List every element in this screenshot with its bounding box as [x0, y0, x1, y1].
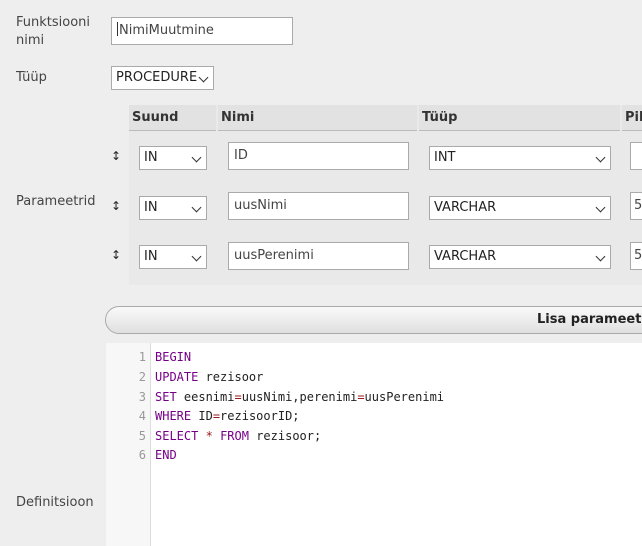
param-type-select[interactable]: VARCHAR: [429, 245, 611, 269]
header-name: Nimi: [218, 105, 417, 131]
code-editor[interactable]: 1 2 3 4 5 6 BEGIN UPDATE rezisoor SET ee…: [106, 343, 642, 546]
param-type-select[interactable]: VARCHAR: [429, 196, 611, 220]
header-direction: Suund: [129, 105, 216, 131]
drag-handle-icon[interactable]: ↕: [111, 199, 121, 213]
param-direction-select[interactable]: IN: [139, 245, 207, 269]
sql-text: ID: [191, 409, 213, 423]
code-line: BEGIN: [155, 347, 191, 367]
sql-text: uusNimi,perenimi: [241, 390, 358, 404]
chevron-down-icon: [595, 251, 606, 262]
drag-handle-icon[interactable]: ↕: [111, 248, 121, 262]
sql-text: rezisoorID;: [220, 409, 300, 423]
line-number: 1: [138, 350, 146, 364]
param-length-input[interactable]: 5: [630, 242, 642, 270]
code-line: END: [155, 445, 177, 465]
param-length-input[interactable]: 5: [630, 192, 642, 220]
drag-handle-icon[interactable]: ↕: [111, 149, 121, 163]
param-type-select[interactable]: INT: [429, 146, 611, 170]
sql-operator: *: [205, 429, 213, 443]
code-line: SET eesnimi=uusNimi,perenimi=uusPerenimi: [155, 387, 444, 407]
type-select[interactable]: PROCEDURE: [111, 66, 214, 90]
sql-keyword: END: [155, 448, 177, 462]
function-name-label: Funktsiooni nimi: [16, 15, 91, 48]
code-line: SELECT * FROM rezisoor;: [155, 426, 321, 446]
text-cursor: [117, 22, 118, 36]
sql-keyword: BEGIN: [155, 350, 192, 364]
chevron-down-icon: [198, 72, 209, 83]
code-line: UPDATE rezisoor: [155, 367, 263, 387]
sql-keyword: FROM: [220, 429, 249, 443]
sql-text: uusPerenimi: [364, 390, 445, 404]
sql-keyword: UPDATE: [155, 370, 199, 384]
sql-operator: =: [234, 390, 242, 404]
add-parameter-button[interactable]: Lisa parameeter: [105, 306, 642, 334]
line-number: 5: [138, 429, 146, 443]
param-direction-select[interactable]: IN: [139, 146, 207, 170]
chevron-down-icon: [191, 152, 202, 163]
param-name-input[interactable]: uusPerenimi: [228, 242, 409, 270]
header-type: Tüüp: [419, 105, 620, 131]
line-number: 6: [138, 448, 146, 462]
function-name-input[interactable]: NimiMuutmine: [111, 17, 293, 45]
line-number: 3: [138, 390, 146, 404]
line-number: 2: [138, 370, 146, 384]
line-number: 4: [138, 409, 146, 423]
chevron-down-icon: [595, 202, 606, 213]
param-direction-select[interactable]: IN: [139, 196, 207, 220]
sql-keyword: WHERE: [155, 409, 192, 423]
sql-text: eesnimi: [176, 390, 235, 404]
code-line: WHERE ID=rezisoorID;: [155, 406, 300, 426]
param-name-input[interactable]: ID: [228, 142, 409, 170]
parameters-label: Parameetrid: [16, 194, 96, 209]
header-length: Pik: [622, 105, 642, 131]
sql-keyword: SET: [155, 390, 177, 404]
param-name-input[interactable]: uusNimi: [228, 192, 409, 220]
sql-text: rezisoor;: [248, 429, 322, 443]
sql-operator: =: [357, 390, 365, 404]
type-label: Tüüp: [16, 70, 47, 85]
sql-operator: =: [212, 409, 221, 423]
param-length-input[interactable]: [630, 142, 642, 170]
chevron-down-icon: [191, 251, 202, 262]
chevron-down-icon: [595, 152, 606, 163]
sql-keyword: SELECT: [155, 429, 199, 443]
sql-text: rezisoor: [198, 370, 264, 384]
chevron-down-icon: [191, 202, 202, 213]
line-number-gutter: 1 2 3 4 5 6: [106, 343, 151, 546]
definition-label: Definitsioon: [16, 495, 94, 510]
